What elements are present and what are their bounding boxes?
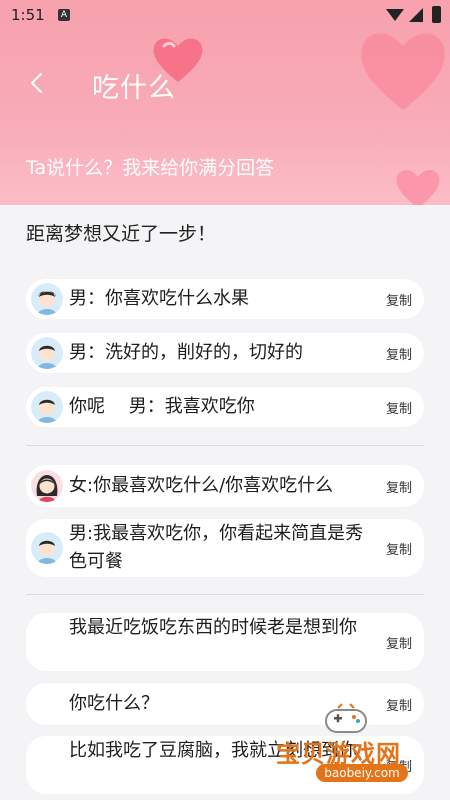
list-item: 女:你最喜欢吃什么/你喜欢吃什么 复制: [26, 465, 424, 507]
wifi-icon: [386, 9, 404, 21]
item-text: 男：你喜欢吃什么水果: [69, 288, 249, 309]
item-text: 女:你最喜欢吃什么/你喜欢吃什么: [69, 475, 334, 496]
list-item: 男：你喜欢吃什么水果 复制: [26, 279, 424, 319]
male-avatar-icon: [31, 337, 63, 369]
battery-icon: [432, 6, 441, 23]
male-avatar-icon: [31, 391, 63, 423]
copy-button[interactable]: 复制: [386, 477, 412, 496]
page-title: 吃什么: [92, 73, 176, 104]
list-item: 我最近吃饭吃东西的时候老是想到你 复制: [26, 613, 424, 671]
female-avatar-icon: [31, 470, 63, 502]
copy-button[interactable]: 复制: [386, 398, 412, 417]
header: 1:51 A 吃什么 Ta说什么？我来给你满分回答: [0, 0, 450, 205]
notification-icon: A: [58, 9, 70, 21]
back-icon[interactable]: [28, 72, 46, 94]
item-text: 你呢 男：我喜欢吃你: [69, 396, 255, 417]
status-time: 1:51: [11, 6, 45, 24]
gamepad-icon: [325, 703, 367, 733]
page-subtitle: Ta说什么？我来给你满分回答: [26, 157, 275, 179]
list-item: 你呢 男：我喜欢吃你 复制: [26, 387, 424, 427]
heart-decoration-icon: [396, 170, 440, 205]
list-item: 男:我最喜欢吃你，你看起来简直是秀色可餐 复制: [26, 519, 424, 577]
male-avatar-icon: [31, 532, 63, 564]
heart-decoration-icon: [361, 33, 445, 110]
signal-icon: [409, 8, 423, 22]
male-avatar-icon: [31, 283, 63, 315]
copy-button[interactable]: 复制: [386, 344, 412, 363]
copy-button[interactable]: 复制: [386, 290, 412, 309]
divider: [26, 445, 424, 446]
list-item: 男：洗好的，削好的，切好的 复制: [26, 333, 424, 373]
copy-button[interactable]: 复制: [386, 633, 412, 652]
watermark: 宝贝游戏网 baobeiy.com: [276, 700, 446, 790]
section-title: 距离梦想又近了一步！: [26, 223, 217, 245]
watermark-url: baobeiy.com: [316, 764, 408, 782]
item-text: 我最近吃饭吃东西的时候老是想到你: [69, 617, 357, 638]
divider: [26, 594, 424, 595]
item-text: 男：洗好的，削好的，切好的: [69, 342, 303, 363]
copy-button[interactable]: 复制: [386, 539, 412, 558]
item-text: 男:我最喜欢吃你，你看起来简直是秀色可餐: [69, 523, 364, 572]
